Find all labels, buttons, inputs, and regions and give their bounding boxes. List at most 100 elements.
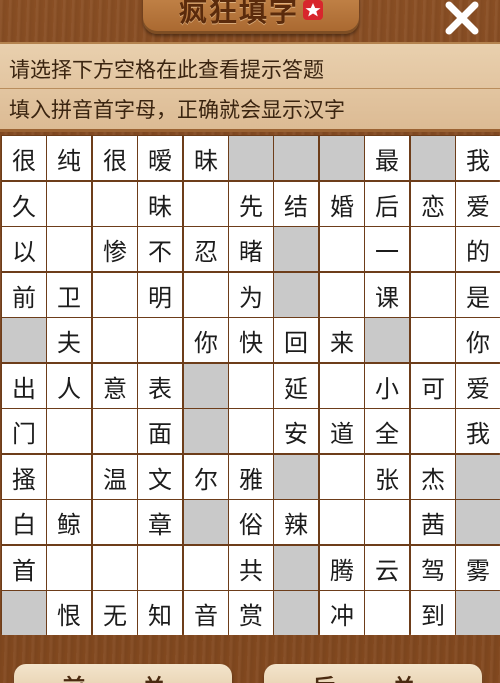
filled-cell[interactable]: 课 (365, 273, 409, 317)
filled-cell[interactable]: 为 (229, 273, 273, 317)
empty-cell[interactable] (411, 318, 455, 362)
filled-cell[interactable]: 鲸 (47, 500, 91, 544)
empty-cell[interactable] (184, 546, 228, 590)
filled-cell[interactable]: 以 (2, 227, 46, 271)
filled-cell[interactable]: 昧 (184, 136, 228, 180)
previous-level-button[interactable]: 前一关 (14, 664, 232, 683)
filled-cell[interactable]: 婚 (320, 182, 364, 226)
filled-cell[interactable]: 我 (456, 136, 500, 180)
filled-cell[interactable]: 不 (138, 227, 182, 271)
filled-cell[interactable]: 表 (138, 364, 182, 408)
filled-cell[interactable]: 人 (47, 364, 91, 408)
empty-cell[interactable] (320, 273, 364, 317)
filled-cell[interactable]: 意 (93, 364, 137, 408)
empty-cell[interactable] (93, 182, 137, 226)
filled-cell[interactable]: 门 (2, 409, 46, 453)
empty-cell[interactable] (184, 182, 228, 226)
filled-cell[interactable]: 你 (184, 318, 228, 362)
filled-cell[interactable]: 延 (274, 364, 318, 408)
filled-cell[interactable]: 恨 (47, 591, 91, 635)
filled-cell[interactable]: 出 (2, 364, 46, 408)
filled-cell[interactable]: 暧 (138, 136, 182, 180)
filled-cell[interactable]: 茜 (411, 500, 455, 544)
filled-cell[interactable]: 知 (138, 591, 182, 635)
filled-cell[interactable]: 到 (411, 591, 455, 635)
filled-cell[interactable]: 很 (93, 136, 137, 180)
filled-cell[interactable]: 久 (2, 182, 46, 226)
empty-cell[interactable] (93, 500, 137, 544)
filled-cell[interactable]: 无 (93, 591, 137, 635)
filled-cell[interactable]: 爱 (456, 182, 500, 226)
filled-cell[interactable]: 安 (274, 409, 318, 453)
filled-cell[interactable]: 可 (411, 364, 455, 408)
empty-cell[interactable] (320, 227, 364, 271)
filled-cell[interactable]: 恋 (411, 182, 455, 226)
empty-cell[interactable] (47, 227, 91, 271)
filled-cell[interactable]: 俗 (229, 500, 273, 544)
filled-cell[interactable]: 忍 (184, 227, 228, 271)
filled-cell[interactable]: 我 (456, 409, 500, 453)
empty-cell[interactable] (138, 318, 182, 362)
filled-cell[interactable]: 张 (365, 455, 409, 499)
filled-cell[interactable]: 你 (456, 318, 500, 362)
empty-cell[interactable] (411, 409, 455, 453)
filled-cell[interactable]: 后 (365, 182, 409, 226)
filled-cell[interactable]: 雅 (229, 455, 273, 499)
empty-cell[interactable] (47, 546, 91, 590)
filled-cell[interactable]: 明 (138, 273, 182, 317)
filled-cell[interactable]: 赏 (229, 591, 273, 635)
filled-cell[interactable]: 文 (138, 455, 182, 499)
close-button[interactable] (440, 0, 484, 36)
empty-cell[interactable] (365, 500, 409, 544)
filled-cell[interactable]: 昧 (138, 182, 182, 226)
empty-cell[interactable] (320, 455, 364, 499)
filled-cell[interactable]: 的 (456, 227, 500, 271)
filled-cell[interactable]: 爱 (456, 364, 500, 408)
filled-cell[interactable]: 很 (2, 136, 46, 180)
empty-cell[interactable] (93, 409, 137, 453)
filled-cell[interactable]: 驾 (411, 546, 455, 590)
filled-cell[interactable]: 共 (229, 546, 273, 590)
filled-cell[interactable]: 杰 (411, 455, 455, 499)
filled-cell[interactable]: 面 (138, 409, 182, 453)
filled-cell[interactable]: 辣 (274, 500, 318, 544)
filled-cell[interactable]: 来 (320, 318, 364, 362)
empty-cell[interactable] (229, 364, 273, 408)
filled-cell[interactable]: 卫 (47, 273, 91, 317)
filled-cell[interactable]: 搔 (2, 455, 46, 499)
filled-cell[interactable]: 前 (2, 273, 46, 317)
filled-cell[interactable]: 是 (456, 273, 500, 317)
filled-cell[interactable]: 先 (229, 182, 273, 226)
filled-cell[interactable]: 结 (274, 182, 318, 226)
empty-cell[interactable] (411, 273, 455, 317)
empty-cell[interactable] (320, 364, 364, 408)
filled-cell[interactable]: 温 (93, 455, 137, 499)
filled-cell[interactable]: 惨 (93, 227, 137, 271)
filled-cell[interactable]: 首 (2, 546, 46, 590)
empty-cell[interactable] (93, 318, 137, 362)
next-level-button[interactable]: 后一关 (264, 664, 482, 683)
empty-cell[interactable] (47, 182, 91, 226)
filled-cell[interactable]: 白 (2, 500, 46, 544)
filled-cell[interactable]: 雾 (456, 546, 500, 590)
empty-cell[interactable] (365, 591, 409, 635)
filled-cell[interactable]: 小 (365, 364, 409, 408)
empty-cell[interactable] (93, 273, 137, 317)
filled-cell[interactable]: 尔 (184, 455, 228, 499)
filled-cell[interactable]: 腾 (320, 546, 364, 590)
filled-cell[interactable]: 夫 (47, 318, 91, 362)
filled-cell[interactable]: 快 (229, 318, 273, 362)
empty-cell[interactable] (47, 455, 91, 499)
filled-cell[interactable]: 回 (274, 318, 318, 362)
empty-cell[interactable] (184, 273, 228, 317)
filled-cell[interactable]: 纯 (47, 136, 91, 180)
filled-cell[interactable]: 章 (138, 500, 182, 544)
filled-cell[interactable]: 音 (184, 591, 228, 635)
empty-cell[interactable] (47, 409, 91, 453)
empty-cell[interactable] (411, 227, 455, 271)
filled-cell[interactable]: 最 (365, 136, 409, 180)
empty-cell[interactable] (229, 409, 273, 453)
filled-cell[interactable]: 云 (365, 546, 409, 590)
filled-cell[interactable]: 全 (365, 409, 409, 453)
filled-cell[interactable]: 睹 (229, 227, 273, 271)
